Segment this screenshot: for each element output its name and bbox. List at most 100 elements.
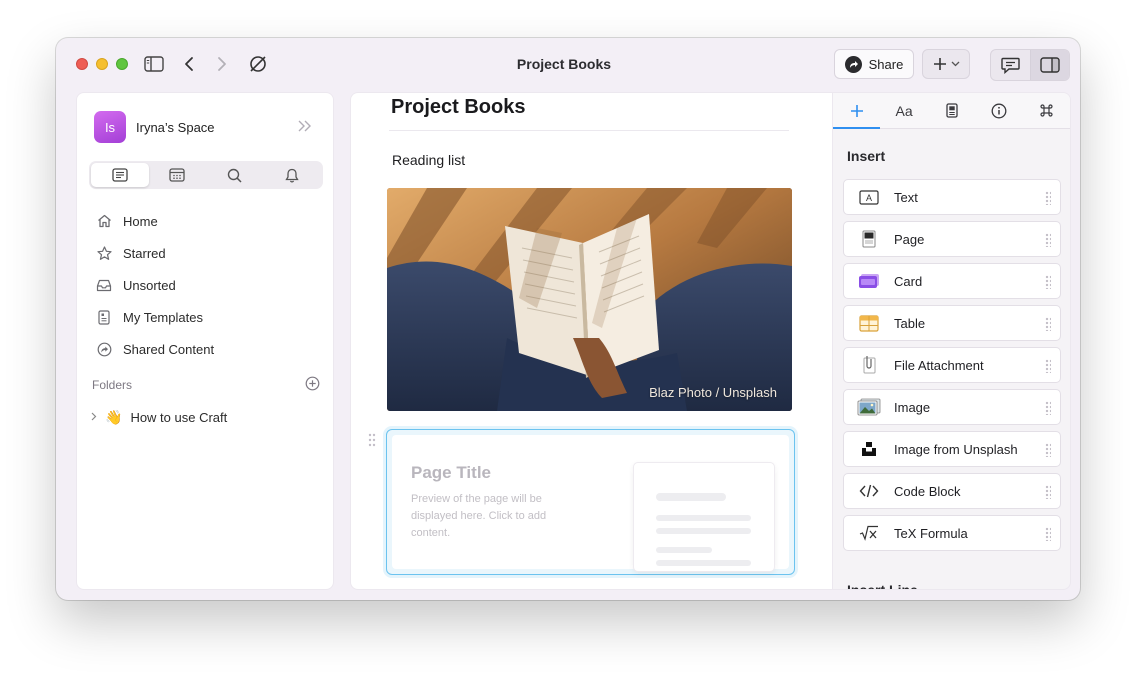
plus-icon — [933, 58, 946, 70]
sidebar-item-home[interactable]: Home — [95, 205, 325, 237]
drag-grip-icon[interactable] — [1045, 485, 1051, 499]
unsplash-icon — [844, 441, 894, 457]
sidebar: Is Iryna’s Space Home Starred Unsorted M… — [76, 92, 334, 590]
svg-text:A: A — [866, 193, 872, 203]
sidebar-nav: Home Starred Unsorted My Templates Share… — [95, 205, 325, 365]
folder-item[interactable]: 👋 How to use Craft — [91, 409, 227, 426]
panel-tabs: Aa — [833, 93, 1070, 129]
folder-label: How to use Craft — [130, 410, 228, 425]
insert-item-label: Image — [894, 399, 931, 415]
insert-list: A Text Page Card Table File Attachment I… — [843, 179, 1061, 557]
code-icon — [844, 484, 894, 498]
comments-button[interactable] — [991, 50, 1030, 80]
attachment-icon — [844, 355, 894, 375]
document-text-block[interactable]: Reading list — [392, 152, 465, 168]
space-avatar: Is — [94, 111, 126, 143]
sidebar-item-unsorted[interactable]: Unsorted — [95, 269, 325, 301]
tab-calendar[interactable] — [149, 163, 207, 187]
folders-label: Folders — [92, 378, 133, 392]
page-card-block[interactable]: Page Title Preview of the page will be d… — [386, 429, 795, 575]
cover-photo[interactable]: Blaz Photo / Unsplash — [387, 188, 792, 411]
preview-line — [656, 560, 751, 566]
drag-grip-icon[interactable] — [1045, 275, 1051, 289]
insert-item-label: Table — [894, 315, 926, 331]
card-description: Preview of the page will be displayed he… — [411, 493, 547, 539]
search-icon — [228, 168, 242, 183]
tab-text-style[interactable]: Aa — [880, 93, 927, 128]
drag-grip-icon[interactable] — [1045, 191, 1051, 205]
right-panel-toggle-button[interactable] — [1029, 50, 1069, 80]
folder-emoji: 👋 — [105, 409, 123, 425]
sidebar-item-label: My Templates — [123, 309, 203, 325]
tab-search[interactable] — [206, 163, 264, 187]
share-icon — [844, 55, 862, 73]
folders-header: Folders — [92, 376, 320, 394]
block-drag-handle[interactable] — [368, 433, 376, 447]
tab-insert[interactable] — [833, 93, 881, 129]
view-toggle-group — [990, 49, 1070, 81]
space-name: Iryna’s Space — [136, 119, 215, 135]
tab-page-style[interactable] — [928, 93, 975, 128]
share-button[interactable]: Share — [834, 49, 914, 79]
card-icon — [844, 273, 894, 289]
title-bar: Project Books Share — [56, 38, 1080, 90]
table-icon — [844, 314, 894, 332]
preview-line — [656, 528, 751, 534]
drag-grip-icon[interactable] — [1045, 527, 1051, 541]
formula-icon — [844, 525, 894, 541]
drag-grip-icon[interactable] — [1045, 401, 1051, 415]
sidebar-item-shared-content[interactable]: Shared Content — [95, 333, 325, 365]
insert-file-attachment-item[interactable]: File Attachment — [843, 347, 1061, 383]
insert-table-item[interactable]: Table — [843, 305, 1061, 341]
tab-info[interactable] — [975, 93, 1022, 128]
insert-text-item[interactable]: A Text — [843, 179, 1061, 215]
new-item-button[interactable] — [922, 49, 970, 79]
comment-icon — [1001, 57, 1020, 74]
drag-grip-icon[interactable] — [1045, 317, 1051, 331]
collapse-sidebar-icon[interactable] — [297, 119, 313, 137]
bell-icon — [285, 168, 299, 182]
calendar-icon — [169, 168, 185, 182]
page-card: Page Title Preview of the page will be d… — [392, 435, 789, 572]
photo-credit: Blaz Photo / Unsplash — [649, 385, 777, 400]
insert-item-label: File Attachment — [894, 357, 984, 373]
sidebar-tabs — [89, 161, 323, 189]
insert-image-item[interactable]: Image — [843, 389, 1061, 425]
drag-grip-icon[interactable] — [1045, 359, 1051, 373]
insert-panel: Aa Insert A Text Page Card Table File At… — [832, 92, 1071, 590]
page-icon — [844, 230, 894, 248]
tab-documents[interactable] — [91, 163, 149, 187]
space-switcher[interactable]: Is Iryna’s Space — [94, 111, 215, 143]
sidebar-item-starred[interactable]: Starred — [95, 237, 325, 269]
preview-line — [656, 493, 726, 501]
right-panel-icon — [1040, 57, 1060, 73]
sidebar-item-my-templates[interactable]: My Templates — [95, 301, 325, 333]
add-folder-icon[interactable] — [305, 376, 320, 394]
tab-notifications[interactable] — [264, 163, 322, 187]
insert-page-item[interactable]: Page — [843, 221, 1061, 257]
text-icon: A — [844, 189, 894, 205]
window-title: Project Books — [516, 56, 612, 72]
info-icon — [991, 103, 1007, 118]
tab-shortcuts[interactable] — [1023, 93, 1070, 128]
preview-line — [656, 515, 751, 521]
document-editor: Project Books Reading list Blaz Photo / … — [350, 92, 832, 590]
drag-grip-icon[interactable] — [1045, 233, 1051, 247]
chevron-down-icon — [951, 61, 959, 67]
document-title[interactable]: Project Books — [391, 96, 525, 119]
image-icon — [844, 398, 894, 416]
insert-unsplash-item[interactable]: Image from Unsplash — [843, 431, 1061, 467]
text-style-icon: Aa — [895, 102, 913, 119]
insert-tex-formula-item[interactable]: TeX Formula — [843, 515, 1061, 551]
insert-item-label: Page — [894, 231, 925, 247]
sidebar-item-label: Unsorted — [123, 277, 176, 293]
drag-grip-icon[interactable] — [1045, 443, 1051, 457]
inbox-icon — [95, 279, 113, 292]
insert-code-block-item[interactable]: Code Block — [843, 473, 1061, 509]
home-icon — [95, 214, 113, 228]
insert-card-item[interactable]: Card — [843, 263, 1061, 299]
template-icon — [95, 309, 113, 325]
chevron-right-icon[interactable] — [91, 412, 97, 424]
sidebar-item-label: Shared Content — [123, 341, 215, 357]
share-label: Share — [868, 56, 904, 72]
